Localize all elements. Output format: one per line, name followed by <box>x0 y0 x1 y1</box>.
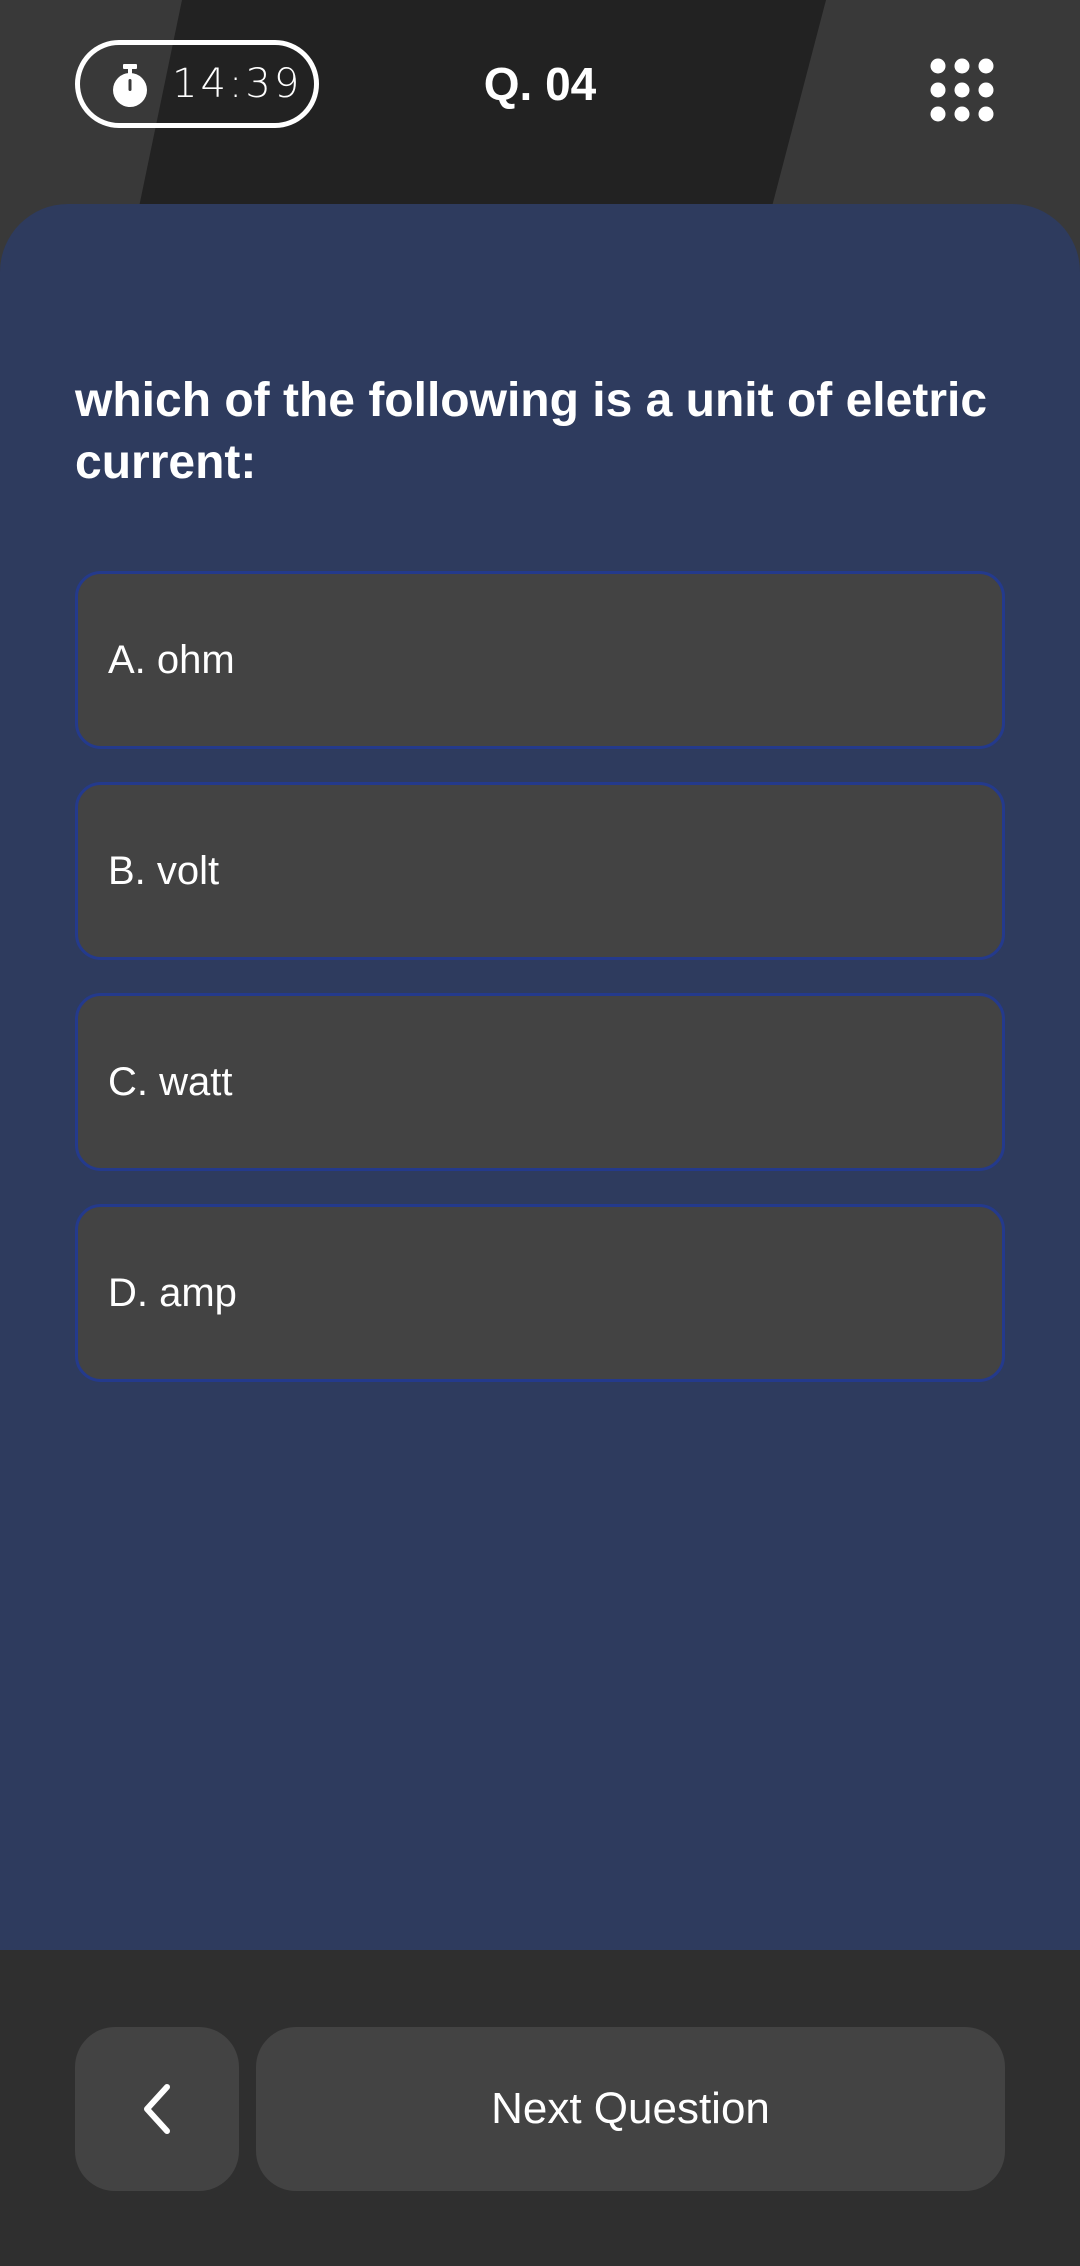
stopwatch-icon <box>113 64 147 107</box>
header: 14:39 Q. 04 <box>0 0 1080 170</box>
option-c[interactable]: C. watt <box>75 993 1005 1171</box>
chevron-left-icon <box>144 2084 170 2134</box>
grid-menu-icon[interactable] <box>930 58 994 122</box>
question-text: which of the following is a unit of elet… <box>75 374 988 489</box>
timer: 14:39 <box>75 40 319 128</box>
next-question-button[interactable]: Next Question <box>256 2027 1005 2191</box>
back-button[interactable] <box>75 2027 239 2191</box>
timer-value: 14:39 <box>172 61 303 107</box>
next-question-label: Next Question <box>491 2084 770 2133</box>
option-d[interactable]: D. amp <box>75 1204 1005 1382</box>
option-a[interactable]: A. ohm <box>75 571 1005 749</box>
option-b[interactable]: B. volt <box>75 782 1005 960</box>
question-number: Q. 04 <box>483 58 597 110</box>
answer-options: A. ohm B. volt C. watt D. amp <box>75 571 1005 1415</box>
